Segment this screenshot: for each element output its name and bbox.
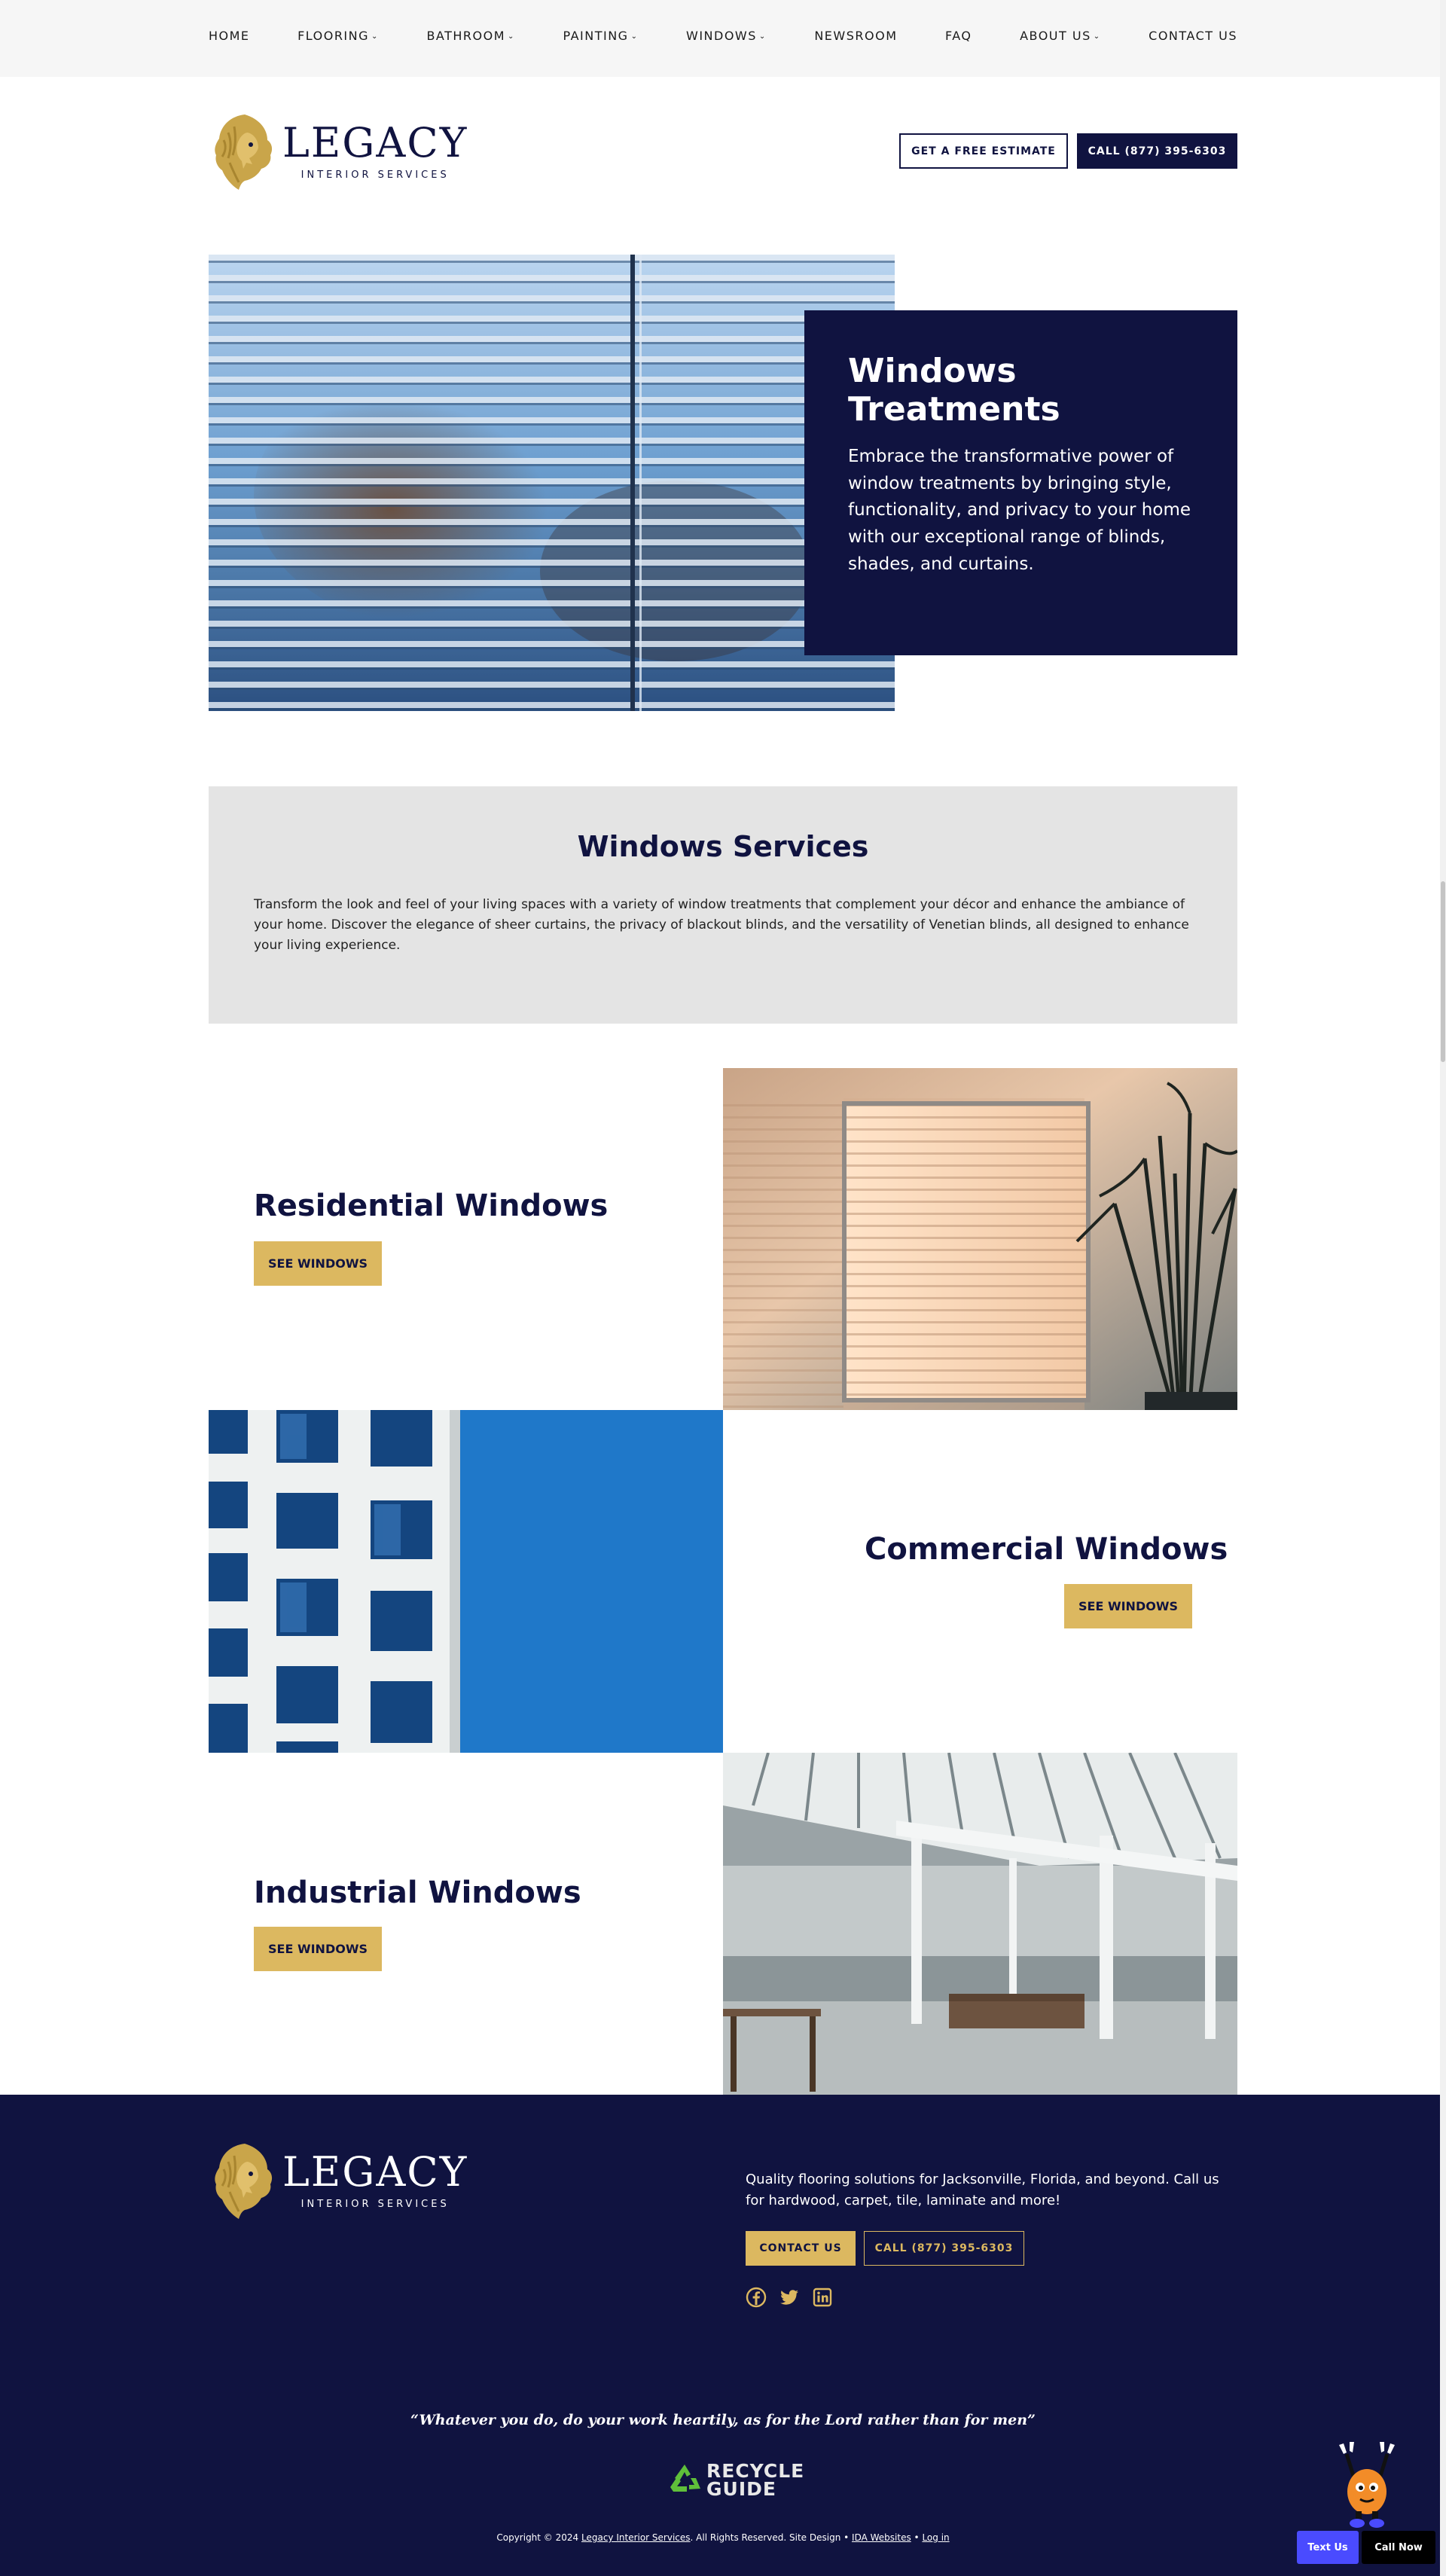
services-title: Windows Services bbox=[577, 830, 869, 863]
commercial-window-image bbox=[209, 1410, 723, 1753]
residential-blinds-photo bbox=[723, 1068, 1237, 1410]
nav-label: PAINTING bbox=[563, 29, 629, 43]
hero-blinds-image bbox=[209, 255, 895, 711]
logo-text: LEGACY INTERIOR SERVICES bbox=[282, 118, 468, 181]
commercial-windows-title: Commercial Windows bbox=[865, 1532, 1228, 1567]
logo-brand: LEGACY bbox=[282, 118, 468, 166]
industrial-windows-title: Industrial Windows bbox=[254, 1876, 581, 1910]
warehouse-photo bbox=[723, 1753, 1237, 2095]
chevron-down-icon: ⌄ bbox=[630, 32, 639, 41]
scrollbar-thumb[interactable] bbox=[1441, 881, 1445, 1062]
nav-item-flooring[interactable]: FLOORING ⌄ bbox=[297, 29, 379, 43]
hero-card: Windows Treatments Embrace the transform… bbox=[804, 310, 1237, 655]
hero-title: Windows Treatments bbox=[848, 352, 1060, 429]
nav-item-home[interactable]: HOME bbox=[209, 29, 250, 43]
nav-label: FAQ bbox=[945, 29, 972, 43]
copyright-rights: . All Rights Reserved. Site Design • bbox=[690, 2532, 850, 2543]
services-description: Transform the look and feel of your livi… bbox=[254, 897, 1189, 954]
see-commercial-windows-button[interactable]: SEE WINDOWS bbox=[1064, 1584, 1192, 1628]
twitter-icon[interactable] bbox=[779, 2287, 800, 2308]
copyright-prefix: Copyright © 2024 bbox=[496, 2532, 579, 2543]
chevron-down-icon: ⌄ bbox=[758, 32, 767, 41]
recycle-guide-text: RECYCLE GUIDE bbox=[706, 2462, 804, 2498]
nav-item-bathroom[interactable]: BATHROOM ⌄ bbox=[426, 29, 514, 43]
footer-logo[interactable]: LEGACY INTERIOR SERVICES bbox=[209, 2139, 468, 2222]
chevron-down-icon: ⌄ bbox=[508, 32, 515, 41]
login-link[interactable]: Log in bbox=[922, 2532, 949, 2543]
logo-brand: LEGACY bbox=[282, 2147, 468, 2196]
nav-label: CONTACT US bbox=[1149, 29, 1237, 43]
logo-text: LEGACY INTERIOR SERVICES bbox=[282, 2147, 468, 2210]
nav-label: BATHROOM bbox=[426, 29, 506, 43]
recycle-line-2: GUIDE bbox=[706, 2478, 776, 2500]
residential-windows-title: Residential Windows bbox=[254, 1189, 609, 1223]
nav-label: WINDOWS bbox=[686, 29, 757, 43]
top-navigation: HOME FLOORING ⌄ BATHROOM ⌄ PAINTING ⌄ WINDO… bbox=[0, 0, 1446, 77]
recycle-guide-logo[interactable]: RECYCLE GUIDE bbox=[666, 2462, 804, 2499]
lion-head-icon bbox=[215, 114, 273, 190]
footer-blurb: Quality flooring solutions for Jacksonvi… bbox=[746, 2172, 1219, 2208]
designer-link[interactable]: IDA Websites bbox=[852, 2532, 911, 2543]
nav-item-windows[interactable]: WINDOWS ⌄ bbox=[686, 29, 767, 43]
nav-item-contact-us[interactable]: CONTACT US bbox=[1149, 29, 1237, 43]
footer-call-button[interactable]: CALL (877) 395-6303 bbox=[864, 2231, 1024, 2266]
footer-quote: “Whatever you do, do your work heartily,… bbox=[410, 2412, 1036, 2428]
nav-menu: HOME FLOORING ⌄ BATHROOM ⌄ PAINTING ⌄ WINDO… bbox=[209, 29, 1237, 43]
social-links bbox=[746, 2287, 833, 2308]
facebook-icon[interactable] bbox=[746, 2287, 767, 2308]
company-link[interactable]: Legacy Interior Services bbox=[581, 2532, 691, 2543]
nav-label: FLOORING bbox=[297, 29, 370, 43]
logo-subtitle: INTERIOR SERVICES bbox=[300, 169, 450, 181]
copyright-separator: • bbox=[914, 2532, 920, 2543]
page-scrollbar[interactable] bbox=[1440, 0, 1446, 2576]
site-logo[interactable]: LEGACY INTERIOR SERVICES bbox=[209, 110, 468, 193]
industrial-window-image bbox=[723, 1753, 1237, 2095]
call-phone-button[interactable]: CALL (877) 395-6303 bbox=[1077, 133, 1237, 169]
logo-subtitle: INTERIOR SERVICES bbox=[300, 2198, 450, 2210]
nav-label: NEWSROOM bbox=[814, 29, 898, 43]
lion-head-icon bbox=[215, 2144, 273, 2219]
chevron-down-icon: ⌄ bbox=[371, 32, 379, 41]
nav-item-painting[interactable]: PAINTING ⌄ bbox=[563, 29, 638, 43]
windows-services-section: Windows Services Transform the look and … bbox=[209, 786, 1237, 1024]
copyright-line: Copyright © 2024 Legacy Interior Service… bbox=[0, 2532, 1446, 2543]
free-estimate-button[interactable]: GET A FREE ESTIMATE bbox=[899, 133, 1068, 169]
see-residential-windows-button[interactable]: SEE WINDOWS bbox=[254, 1241, 382, 1286]
hero-description: Embrace the transformative power of wind… bbox=[848, 447, 1191, 574]
mascot-character-icon bbox=[1339, 2442, 1395, 2528]
nav-label: ABOUT US bbox=[1020, 29, 1091, 43]
nav-item-about-us[interactable]: ABOUT US ⌄ bbox=[1020, 29, 1101, 43]
see-industrial-windows-button[interactable]: SEE WINDOWS bbox=[254, 1927, 382, 1971]
recycle-icon bbox=[670, 2465, 700, 2492]
text-us-button[interactable]: Text Us bbox=[1297, 2531, 1359, 2564]
linkedin-icon[interactable] bbox=[812, 2287, 833, 2308]
blinds-photo bbox=[209, 255, 895, 711]
commercial-building-photo bbox=[209, 1410, 723, 1753]
nav-item-faq[interactable]: FAQ bbox=[945, 29, 972, 43]
residential-window-image bbox=[723, 1068, 1237, 1410]
call-now-button[interactable]: Call Now bbox=[1362, 2531, 1435, 2564]
chevron-down-icon: ⌄ bbox=[1093, 32, 1101, 41]
footer-contact-button[interactable]: CONTACT US bbox=[746, 2231, 856, 2266]
nav-label: HOME bbox=[209, 29, 250, 43]
nav-item-newsroom[interactable]: NEWSROOM bbox=[814, 29, 897, 43]
